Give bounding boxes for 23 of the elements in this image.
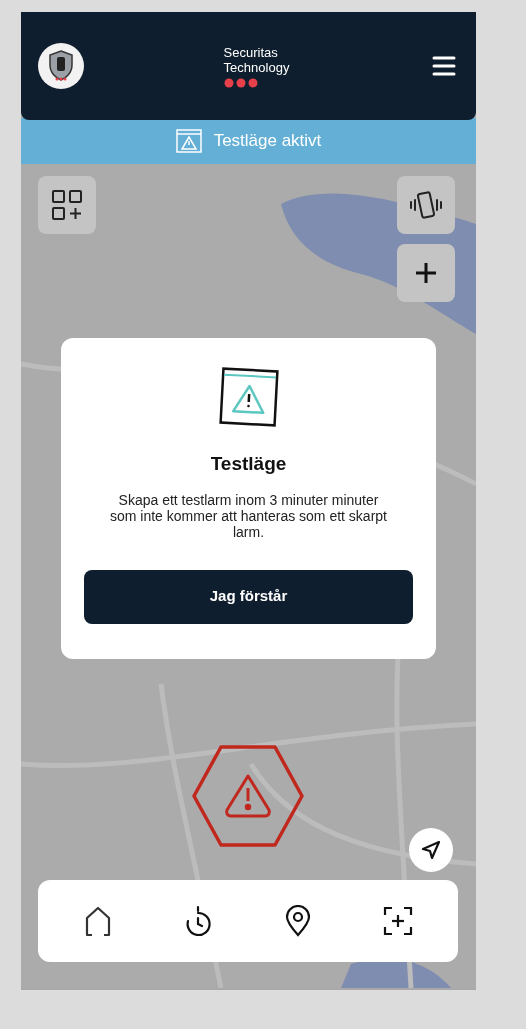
plus-icon <box>415 262 437 284</box>
stopwatch-icon <box>184 905 212 937</box>
alarm-hexagon-icon[interactable] <box>191 744 305 848</box>
frame-plus-icon <box>383 906 413 936</box>
add-widget-button[interactable] <box>38 176 96 234</box>
warning-window-icon <box>175 129 202 153</box>
shield-avatar[interactable] <box>38 43 84 89</box>
vibrate-phone-icon <box>409 190 443 220</box>
zoom-in-button[interactable] <box>397 244 455 302</box>
brand-name: Technology <box>223 59 290 75</box>
modal-title: Testläge <box>210 452 287 476</box>
shield-icon <box>48 49 74 83</box>
banner-text: Testläge aktivt <box>213 130 322 153</box>
grid-plus-icon <box>51 189 83 221</box>
brand-name: Securitas <box>223 44 278 60</box>
navigation-arrow-icon <box>421 840 441 860</box>
brand-dots-icon <box>223 77 260 88</box>
menu-icon <box>432 56 456 76</box>
location-pin-icon <box>285 905 311 937</box>
modal-message: Skapa ett testlarm inom 3 minuter minuter som inte kommer att hanteras som ett skarpt larm. <box>109 491 388 540</box>
vibrate-button[interactable] <box>397 176 455 234</box>
home-icon <box>83 905 113 937</box>
confirm-button[interactable]: Jag förstår <box>84 569 413 624</box>
